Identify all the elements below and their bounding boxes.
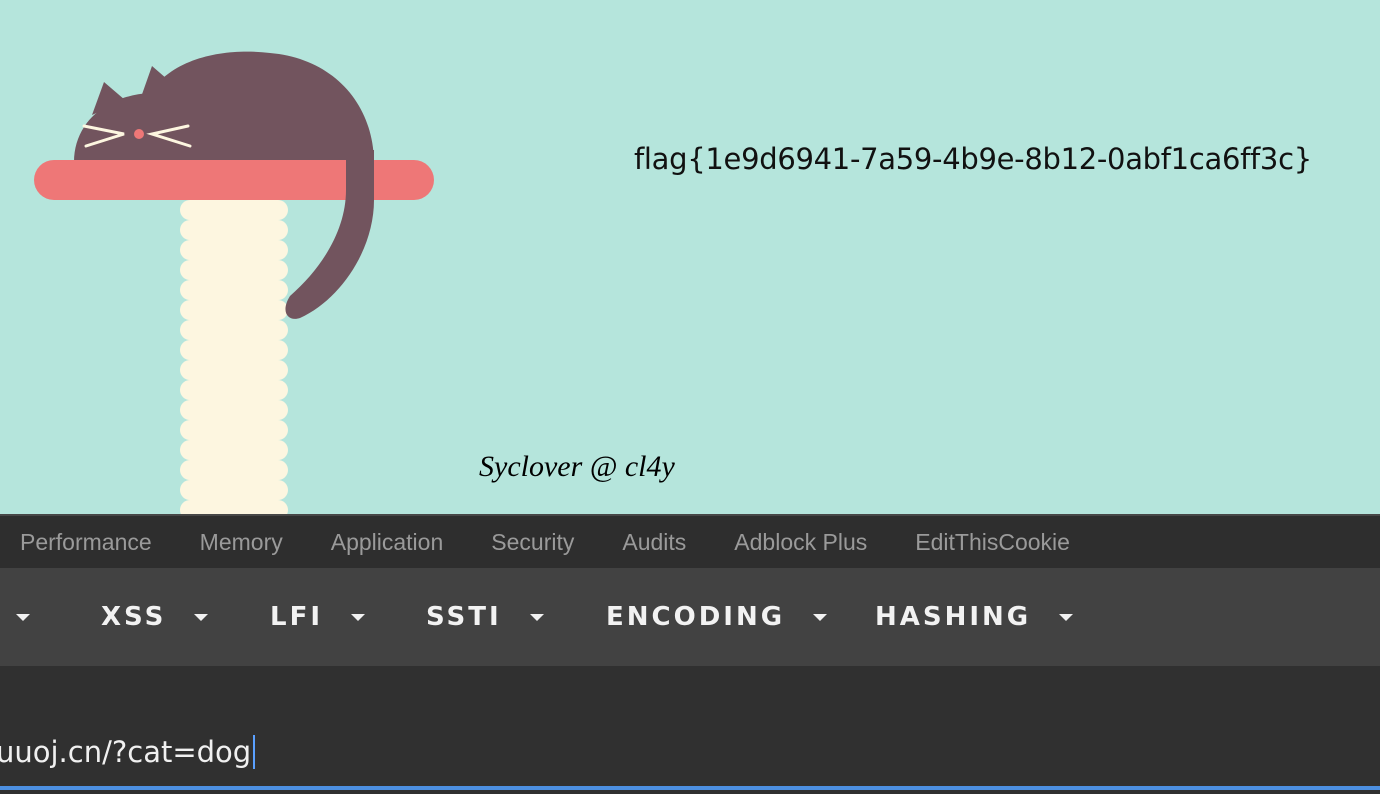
ssti-menu-label: SSTI — [426, 602, 502, 632]
chevron-down-icon — [16, 613, 30, 621]
tab-performance[interactable]: Performance — [20, 529, 152, 556]
chevron-down-icon — [1059, 613, 1074, 621]
url-input-focus-underline — [0, 786, 1380, 790]
flag-text: flag{1e9d6941-7a59-4b9e-8b12-0abf1ca6ff3… — [634, 142, 1312, 176]
chevron-down-icon — [813, 613, 828, 621]
cat-on-scratching-post-illustration — [34, 51, 434, 514]
tab-audits[interactable]: Audits — [622, 529, 686, 556]
signature: Syclover @ cl4y — [479, 450, 675, 483]
encoding-menu[interactable]: ENCODING — [606, 568, 828, 666]
text-cursor — [253, 735, 256, 769]
chevron-down-icon — [351, 613, 366, 621]
url-value: uuoj.cn/?cat=dog — [0, 735, 252, 769]
url-input-area[interactable] — [0, 666, 1380, 794]
web-page: flag{1e9d6941-7a59-4b9e-8b12-0abf1ca6ff3… — [0, 0, 1380, 514]
hackbar-toolbar: XSS LFI SSTI ENCODING HASHING — [0, 568, 1380, 666]
url-input[interactable]: uuoj.cn/?cat=dog — [0, 735, 256, 769]
xss-menu[interactable]: XSS — [101, 568, 209, 666]
tab-application[interactable]: Application — [331, 529, 444, 556]
hashing-menu-label: HASHING — [875, 602, 1032, 632]
xss-menu-label: XSS — [101, 602, 167, 632]
scratching-post — [180, 195, 288, 514]
ssti-menu[interactable]: SSTI — [426, 568, 544, 666]
tab-editthiscookie[interactable]: EditThisCookie — [915, 529, 1070, 556]
encoding-menu-label: ENCODING — [606, 602, 786, 632]
tab-security[interactable]: Security — [491, 529, 574, 556]
lfi-menu[interactable]: LFI — [270, 568, 366, 666]
chevron-down-icon — [529, 613, 544, 621]
chevron-down-icon — [194, 613, 209, 621]
hidden-menu-dropdown[interactable] — [16, 568, 30, 666]
devtools-tab-bar: Performance Memory Application Security … — [0, 514, 1380, 568]
lfi-menu-label: LFI — [270, 602, 324, 632]
tab-memory[interactable]: Memory — [200, 529, 283, 556]
tab-adblock-plus[interactable]: Adblock Plus — [734, 529, 867, 556]
hashing-menu[interactable]: HASHING — [875, 568, 1074, 666]
